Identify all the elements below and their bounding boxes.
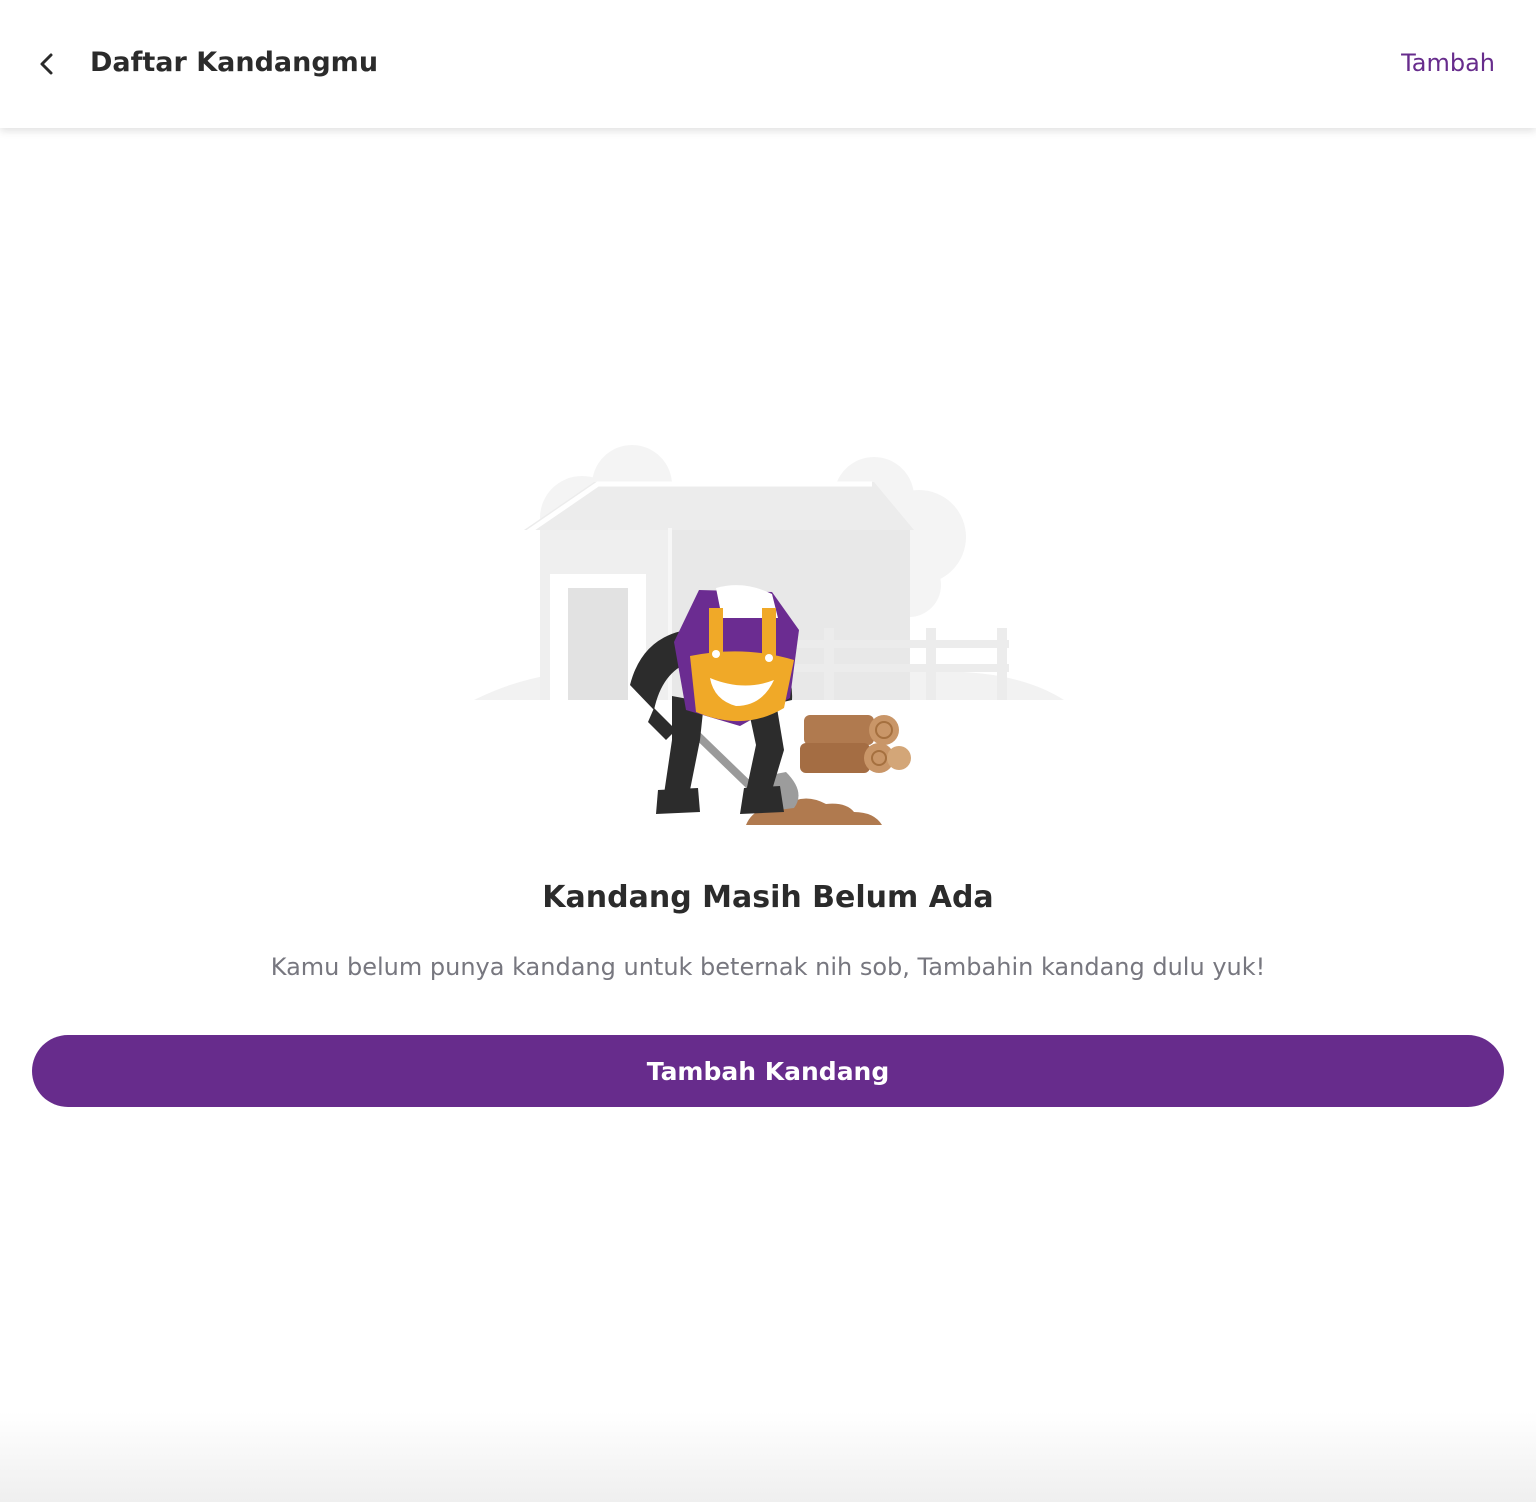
- empty-state-title: Kandang Masih Belum Ada: [542, 880, 994, 915]
- top-app-bar: Daftar Kandangmu Tambah: [0, 0, 1536, 128]
- app-screen: Daftar Kandangmu Tambah Kandang Masih Be…: [0, 0, 1536, 1502]
- add-button[interactable]: Tambah: [1401, 42, 1495, 84]
- back-button[interactable]: [28, 42, 68, 86]
- character-body: [674, 585, 799, 726]
- logs-pile: [800, 715, 911, 773]
- page-title: Daftar Kandangmu: [90, 47, 379, 78]
- add-kandang-button[interactable]: Tambah Kandang: [32, 1035, 1504, 1107]
- chevron-left-icon: [40, 53, 53, 75]
- empty-state-description: Kamu belum punya kandang untuk beternak …: [270, 953, 1266, 981]
- bottom-fade: [0, 1412, 1536, 1502]
- empty-state-illustration: [474, 445, 1064, 825]
